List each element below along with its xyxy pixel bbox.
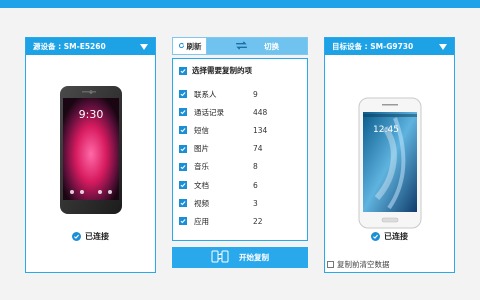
select-all-checkbox[interactable] [179,66,187,75]
start-copy-button[interactable]: 开始复制 [172,247,308,268]
select-all-label: 选择需要复制的项 [192,66,252,75]
item-count: 6 [253,180,258,190]
item-name: 通话记录 [194,107,224,117]
item-count: 134 [253,125,268,135]
item-name: 应用 [194,216,209,226]
target-connection-status: 已连接 [325,231,454,242]
source-status-text: 已连接 [85,232,109,241]
item-checkbox[interactable] [179,90,187,99]
content-list: 联系人 9 通话记录 448 短信 134 图片 74 音乐 8 文档 6 视频 3 应用 22 [179,85,303,231]
chevron-down-icon[interactable] [140,43,148,50]
refresh-icon [178,42,185,51]
switch-button[interactable]: 切换 [207,38,307,54]
target-device-selector[interactable]: 目标设备 : SM-G9730 [325,38,454,55]
target-status-text: 已连接 [384,232,408,241]
window-title-bar [0,0,480,8]
check-circle-icon [72,232,81,241]
start-copy-label: 开始复制 [239,253,269,262]
item-name: 文档 [194,180,209,190]
content-item-row[interactable]: 短信 134 [179,121,303,139]
phone-clock: 12:45 [373,125,399,135]
content-item-row[interactable]: 应用 22 [179,212,303,230]
content-item-row[interactable]: 文档 6 [179,176,303,194]
item-name: 联系人 [194,89,217,99]
select-all-row[interactable]: 选择需要复制的项 [179,65,252,76]
item-count: 22 [253,216,263,226]
item-count: 74 [253,144,263,154]
content-item-row[interactable]: 通话记录 448 [179,103,303,121]
target-phone-image: 12:45 [325,68,454,238]
refresh-button[interactable]: 刷新 [173,38,207,54]
source-connection-status: 已连接 [26,231,155,242]
transfer-icon [211,250,229,265]
item-count: 3 [253,198,258,208]
clear-before-copy-option[interactable]: 复制前清空数据 [327,259,390,270]
item-count: 448 [253,107,268,117]
item-checkbox[interactable] [179,108,187,117]
clear-before-copy-label: 复制前清空数据 [337,260,390,269]
item-checkbox[interactable] [179,144,187,153]
item-count: 9 [253,89,258,99]
item-count: 8 [253,162,258,172]
svg-text:9:30: 9:30 [79,108,104,121]
chevron-down-icon[interactable] [439,43,447,50]
content-item-row[interactable]: 音乐 8 [179,158,303,176]
refresh-label: 刷新 [186,41,202,51]
source-phone-image: 9:30 [26,68,155,238]
source-device-label: 源设备 : SM-E5260 [33,42,106,51]
source-device-panel: 源设备 : SM-E5260 9:30 已连接 [25,37,156,273]
target-device-panel: 目标设备 : SM-G9730 12:45 已连接 [324,37,455,273]
item-checkbox[interactable] [179,126,187,135]
target-device-label: 目标设备 : SM-G9730 [332,42,414,51]
content-item-row[interactable]: 图片 74 [179,140,303,158]
content-item-row[interactable]: 视频 3 [179,194,303,212]
content-item-row[interactable]: 联系人 9 [179,85,303,103]
item-checkbox[interactable] [179,217,187,226]
source-device-selector[interactable]: 源设备 : SM-E5260 [26,38,155,55]
item-checkbox[interactable] [179,199,187,208]
item-name: 视频 [194,198,209,208]
content-selection-panel: 选择需要复制的项 联系人 9 通话记录 448 短信 134 图片 74 音乐 8 文档 6 视频 3 应用… [172,58,308,241]
item-name: 音乐 [194,162,209,172]
item-name: 图片 [194,144,209,154]
item-checkbox[interactable] [179,181,187,190]
clear-before-copy-checkbox[interactable] [327,261,334,268]
item-name: 短信 [194,125,209,135]
item-checkbox[interactable] [179,162,187,171]
toolbar-tabs: 刷新 切换 [172,37,308,55]
check-circle-icon [371,232,380,241]
swap-arrows-icon [235,40,248,52]
switch-label: 切换 [264,41,279,51]
